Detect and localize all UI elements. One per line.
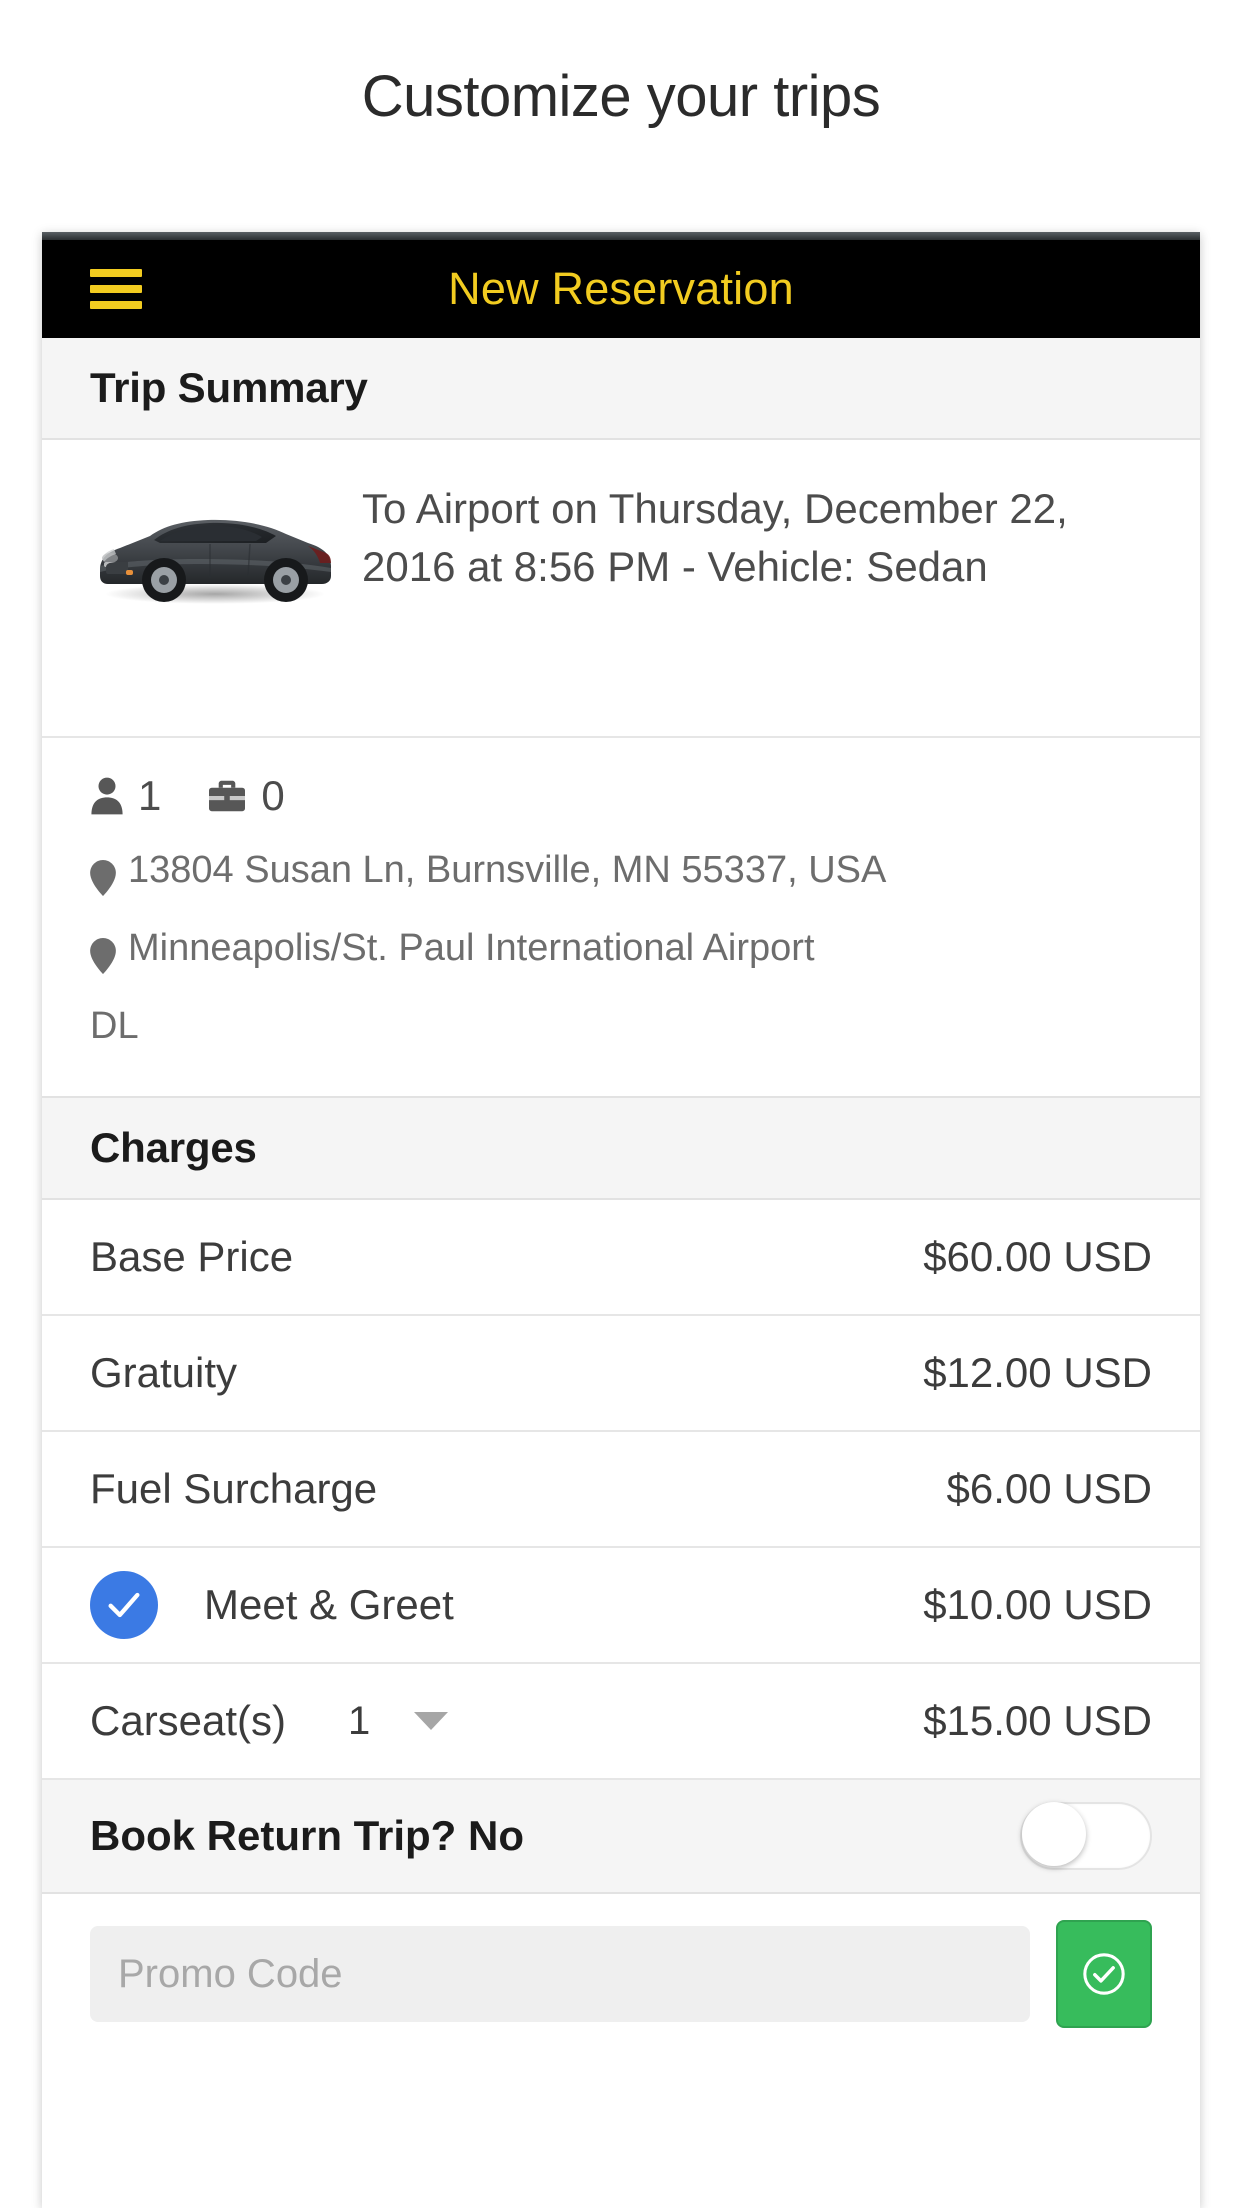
airline-code-line: DL xyxy=(90,994,1152,1058)
status-bar-strip xyxy=(42,232,1200,240)
person-icon xyxy=(90,776,124,816)
trip-summary-hero: To Airport on Thursday, December 22, 201… xyxy=(42,440,1200,738)
charge-label-group: Fuel Surcharge xyxy=(90,1465,377,1513)
map-pin-icon xyxy=(90,916,116,994)
charge-amount: $12.00 USD xyxy=(923,1349,1152,1396)
promo-code-input[interactable] xyxy=(90,1926,1030,2022)
charge-label: Carseat(s) xyxy=(90,1697,287,1744)
passenger-count: 1 xyxy=(138,772,162,819)
promo-code-row xyxy=(42,1894,1200,2062)
charge-label: Gratuity xyxy=(90,1349,238,1396)
dropoff-location-line: Minneapolis/St. Paul International Airpo… xyxy=(90,916,1152,994)
pickup-location-text: 13804 Susan Ln, Burnsville, MN 55337, US… xyxy=(128,849,887,891)
book-return-trip-label: Book Return Trip? No xyxy=(90,1812,524,1859)
charge-label: Base Price xyxy=(90,1233,294,1280)
trip-summary-header: Trip Summary xyxy=(42,338,1200,440)
charge-label-group: Gratuity xyxy=(90,1349,237,1397)
passenger-luggage-counts: 1 0 xyxy=(90,768,1152,824)
hamburger-bar xyxy=(90,301,142,309)
charge-row: Fuel Surcharge $6.00 USD xyxy=(42,1432,1200,1548)
carseat-quantity-dropdown[interactable]: 1 xyxy=(348,1698,449,1744)
charge-row-carseat[interactable]: Carseat(s) 1 $15.00 USD xyxy=(42,1664,1200,1780)
charge-row: Base Price $60.00 USD xyxy=(42,1200,1200,1316)
meet-and-greet-checkbox[interactable] xyxy=(90,1571,158,1639)
phone-frame: New Reservation Trip Summary To Airport … xyxy=(42,232,1200,2208)
apply-promo-button[interactable] xyxy=(1056,1920,1152,2028)
charge-label-group: Meet & Greet xyxy=(90,1571,454,1639)
hamburger-bar xyxy=(90,285,142,293)
airline-code-text: DL xyxy=(90,1005,139,1047)
charge-amount: $15.00 USD xyxy=(923,1697,1152,1744)
charge-amount: $6.00 USD xyxy=(946,1465,1152,1512)
book-return-trip-row[interactable]: Book Return Trip? No xyxy=(42,1780,1200,1894)
charges-header: Charges xyxy=(42,1098,1200,1200)
trip-meta-block: 1 0 13804 Susan Ln, Burnsville, MN 55337… xyxy=(42,738,1200,1098)
charge-label: Meet & Greet xyxy=(204,1581,454,1628)
pickup-location-line: 13804 Susan Ln, Burnsville, MN 55337, US… xyxy=(90,838,1152,916)
hamburger-bar xyxy=(90,269,142,277)
briefcase-icon xyxy=(207,778,247,814)
book-return-trip-toggle[interactable] xyxy=(1020,1802,1152,1870)
charge-label-group: Carseat(s) 1 xyxy=(90,1697,449,1745)
dropoff-location-text: Minneapolis/St. Paul International Airpo… xyxy=(128,927,815,969)
chevron-down-icon xyxy=(414,1712,449,1730)
trip-description: To Airport on Thursday, December 22, 201… xyxy=(362,485,1068,590)
hamburger-menu-icon[interactable] xyxy=(90,269,142,309)
charge-row: Gratuity $12.00 USD xyxy=(42,1316,1200,1432)
charge-row-meet-and-greet[interactable]: Meet & Greet $10.00 USD xyxy=(42,1548,1200,1664)
check-circle-icon xyxy=(1083,1953,1125,1995)
charge-label-group: Base Price xyxy=(90,1233,293,1281)
sedan-car-image xyxy=(90,476,340,606)
charge-amount: $60.00 USD xyxy=(923,1233,1152,1280)
charge-label: Fuel Surcharge xyxy=(90,1465,378,1512)
charge-amount: $10.00 USD xyxy=(923,1581,1152,1628)
app-navbar: New Reservation xyxy=(42,240,1200,338)
map-pin-icon xyxy=(90,838,116,916)
page-title: Customize your trips xyxy=(361,64,881,129)
toggle-knob xyxy=(1022,1802,1086,1866)
screen-root: Customize your trips New Reservation Tri… xyxy=(0,0,1242,2208)
luggage-count: 0 xyxy=(261,772,285,819)
navbar-title: New Reservation xyxy=(448,263,794,314)
carseat-quantity-value: 1 xyxy=(348,1698,371,1743)
